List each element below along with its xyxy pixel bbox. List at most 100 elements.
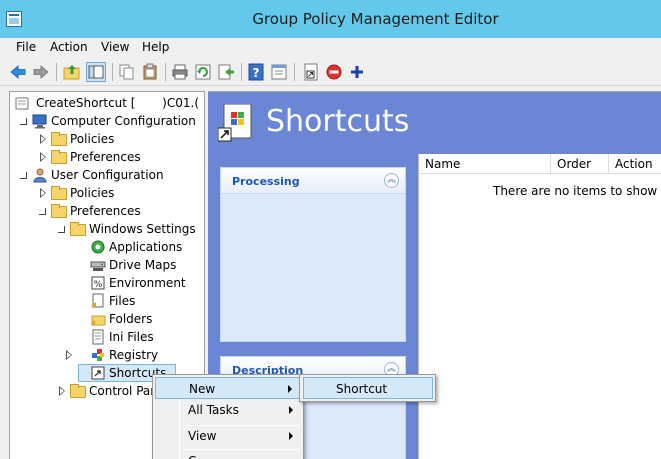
- tree-item-folders[interactable]: Folders: [78, 310, 204, 328]
- column-header-order[interactable]: Order: [551, 154, 609, 174]
- menu-item-label: View: [188, 429, 217, 443]
- svg-text:?: ?: [253, 66, 260, 80]
- folder-icon: [70, 222, 86, 236]
- folders-icon: [91, 315, 106, 326]
- tree-label: CreateShortcut [ )C01.(: [36, 96, 200, 110]
- export-list-icon[interactable]: [217, 63, 235, 81]
- add-icon[interactable]: [348, 63, 366, 81]
- menu-help[interactable]: Help: [142, 40, 169, 54]
- collapse-triangle-icon[interactable]: [39, 208, 46, 215]
- folder-icon: [51, 150, 67, 164]
- menu-view[interactable]: View: [101, 40, 129, 54]
- up-folder-icon[interactable]: [63, 63, 81, 81]
- tree-item-applications[interactable]: Applications: [78, 238, 204, 256]
- tree-item-registry[interactable]: Registry: [66, 346, 204, 364]
- processing-panel-title: Processing: [232, 175, 300, 188]
- copy-icon[interactable]: [118, 63, 136, 81]
- submenu-arrow-icon: [289, 406, 293, 414]
- menu-item-label: All Tasks: [188, 403, 239, 417]
- shortcut-icon: [91, 366, 105, 380]
- tree-item-windows-settings[interactable]: Windows Settings: [58, 220, 204, 238]
- back-arrow-icon[interactable]: [9, 63, 27, 81]
- collapse-triangle-icon[interactable]: [58, 226, 65, 233]
- properties-icon[interactable]: [270, 63, 288, 81]
- expand-triangle-icon[interactable]: [66, 350, 72, 360]
- empty-list-message: There are no items to show in th: [493, 184, 661, 198]
- tree-label: Control Par: [89, 384, 156, 398]
- ini-files-icon: [92, 329, 104, 345]
- applications-icon: [91, 240, 105, 254]
- expand-triangle-icon[interactable]: [40, 134, 46, 144]
- tree-item-uc-policies[interactable]: Policies: [39, 184, 199, 202]
- tree-label: Policies: [70, 132, 115, 146]
- menu-bar: File Action View Help: [0, 38, 661, 58]
- user-icon: [33, 168, 47, 183]
- toolbar-separator: [241, 63, 242, 81]
- collapse-chevron-icon[interactable]: ︽: [384, 173, 399, 188]
- expand-triangle-icon[interactable]: [59, 386, 65, 396]
- tree-label: Policies: [70, 186, 115, 200]
- tree-label: Ini Files: [109, 330, 154, 344]
- context-menu: New All Tasks View C: [152, 374, 304, 459]
- tree-item-uc-preferences[interactable]: Preferences: [39, 202, 199, 220]
- paste-icon[interactable]: [141, 63, 159, 81]
- folder-icon: [51, 204, 67, 218]
- files-icon: [91, 293, 104, 308]
- tree-item-ini-files[interactable]: Ini Files: [78, 328, 204, 346]
- tree-item-environment[interactable]: % Environment: [78, 274, 204, 292]
- tree-label: Windows Settings: [89, 222, 196, 236]
- refresh-icon[interactable]: [194, 63, 212, 81]
- tree-item-cc-preferences[interactable]: Preferences: [39, 148, 199, 166]
- menu-item-view[interactable]: View: [155, 425, 301, 447]
- tree-item-drive-maps[interactable]: Drive Maps: [78, 256, 204, 274]
- processing-panel: Processing ︽: [220, 167, 406, 342]
- collapse-triangle-icon[interactable]: [20, 118, 27, 125]
- menu-item-cut-off[interactable]: C: [155, 450, 301, 459]
- registry-icon: [92, 349, 104, 361]
- folder-icon: [70, 384, 86, 398]
- processing-panel-header[interactable]: Processing ︽: [221, 168, 405, 194]
- tree-label: Registry: [109, 348, 159, 362]
- menu-item-label: Shortcut: [336, 382, 388, 396]
- menu-item-shortcut[interactable]: Shortcut: [303, 377, 433, 399]
- shortcuts-large-icon: [218, 104, 252, 142]
- show-hide-tree-icon[interactable]: [86, 62, 106, 82]
- tree-label: Drive Maps: [109, 258, 177, 272]
- tree-item-cc-policies[interactable]: Policies: [39, 130, 199, 148]
- expand-triangle-icon[interactable]: [40, 188, 46, 198]
- content-header: Shortcuts: [208, 92, 661, 154]
- menu-file[interactable]: File: [16, 40, 36, 54]
- print-icon[interactable]: [171, 63, 189, 81]
- column-header-name[interactable]: Name: [419, 154, 551, 174]
- submenu-arrow-icon: [288, 385, 292, 393]
- folder-icon: [51, 132, 67, 146]
- toolbar-separator: [165, 63, 166, 81]
- tree-item-computer-configuration[interactable]: Computer Configuration: [20, 112, 204, 130]
- tree-item-user-configuration[interactable]: User Configuration: [20, 166, 204, 184]
- drive-maps-icon: [90, 261, 106, 271]
- menu-action[interactable]: Action: [50, 40, 88, 54]
- toolbar: ?: [0, 58, 661, 86]
- menu-item-label: C: [188, 454, 196, 459]
- gpme-window: Group Policy Management Editor File Acti…: [0, 0, 661, 459]
- tree-label: Applications: [109, 240, 183, 254]
- tree-item-root[interactable]: CreateShortcut [ )C01.(: [14, 94, 204, 112]
- new-shortcut-icon[interactable]: [302, 63, 320, 81]
- tree-item-files[interactable]: Files: [78, 292, 204, 310]
- help-icon[interactable]: ?: [247, 63, 265, 81]
- tree-label: Preferences: [70, 150, 141, 164]
- menu-item-all-tasks[interactable]: All Tasks: [155, 399, 301, 421]
- tree-label: Computer Configuration: [51, 114, 196, 128]
- menu-item-new[interactable]: New: [155, 377, 301, 399]
- toolbar-separator: [112, 63, 113, 81]
- forward-arrow-icon[interactable]: [32, 63, 50, 81]
- tree-label: Environment: [109, 276, 186, 290]
- collapse-triangle-icon[interactable]: [20, 172, 27, 179]
- title-bar[interactable]: Group Policy Management Editor: [0, 0, 661, 38]
- submenu-arrow-icon: [289, 432, 293, 440]
- column-header-action[interactable]: Action: [609, 154, 661, 174]
- stop-icon[interactable]: [325, 63, 343, 81]
- items-list[interactable]: Name Order Action There are no items to …: [418, 154, 661, 459]
- svg-text:%: %: [94, 280, 103, 290]
- expand-triangle-icon[interactable]: [40, 152, 46, 162]
